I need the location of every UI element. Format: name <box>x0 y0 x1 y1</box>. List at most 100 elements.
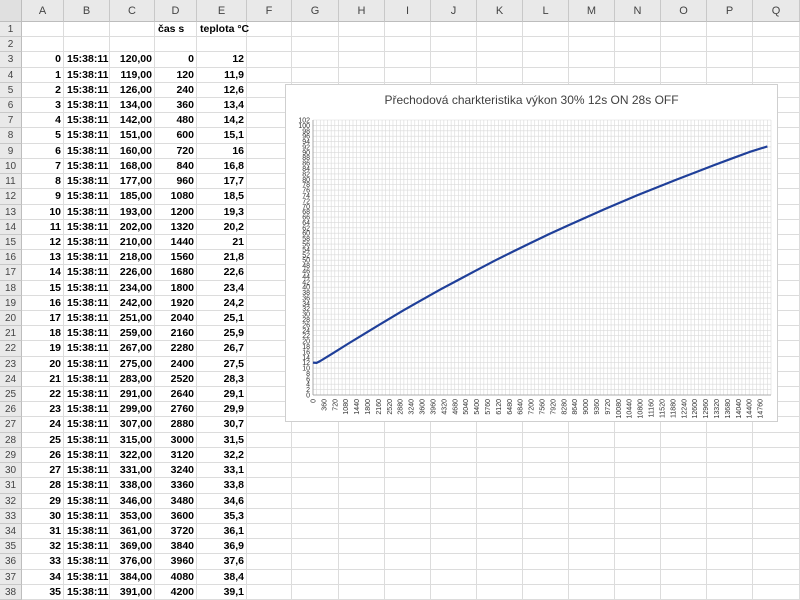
row-header-30[interactable]: 30 <box>0 463 22 479</box>
cell-c32[interactable]: 346,00 <box>110 494 155 509</box>
row-header-19[interactable]: 19 <box>0 295 22 311</box>
row-header-13[interactable]: 13 <box>0 204 22 220</box>
cell-c23[interactable]: 275,00 <box>110 357 155 372</box>
row-header-24[interactable]: 24 <box>0 371 22 388</box>
cell-e32[interactable]: 34,6 <box>197 494 247 509</box>
cell-a22[interactable]: 19 <box>22 341 64 356</box>
cell-a10[interactable]: 7 <box>22 159 64 174</box>
cell-b6[interactable]: 15:38:11 <box>64 98 110 113</box>
cell-a31[interactable]: 28 <box>22 478 64 493</box>
cell-d20[interactable]: 2040 <box>155 311 197 326</box>
cell-e5[interactable]: 12,6 <box>197 83 247 98</box>
cell-e34[interactable]: 36,1 <box>197 524 247 539</box>
cell-e18[interactable]: 23,4 <box>197 281 247 296</box>
cell-d31[interactable]: 3360 <box>155 478 197 493</box>
row-header-11[interactable]: 11 <box>0 174 22 190</box>
cell-e11[interactable]: 17,7 <box>197 174 247 189</box>
cell-c19[interactable]: 242,00 <box>110 296 155 311</box>
column-header-a[interactable]: A <box>22 0 64 22</box>
cell-c16[interactable]: 218,00 <box>110 250 155 265</box>
cell-a11[interactable]: 8 <box>22 174 64 189</box>
cell-c35[interactable]: 369,00 <box>110 539 155 554</box>
cell-e15[interactable]: 21 <box>197 235 247 250</box>
row-header-28[interactable]: 28 <box>0 432 22 448</box>
row-header-9[interactable]: 9 <box>0 143 22 159</box>
spreadsheet[interactable]: ABCDEFGHIJKLMNOPQ 1 2 3 4 5 6 7 8 9 10 11 12 13 14 15 1… <box>0 0 800 600</box>
cell-a29[interactable]: 26 <box>22 448 64 463</box>
column-header-b[interactable]: B <box>64 0 110 22</box>
row-header-20[interactable]: 20 <box>0 311 22 327</box>
row-header-32[interactable]: 32 <box>0 493 22 509</box>
row-header-15[interactable]: 15 <box>0 234 22 251</box>
cell-a27[interactable]: 24 <box>22 417 64 432</box>
cell-a6[interactable]: 3 <box>22 98 64 113</box>
cell-a20[interactable]: 17 <box>22 311 64 326</box>
cell-b18[interactable]: 15:38:11 <box>64 281 110 296</box>
row-header-2[interactable]: 2 <box>0 37 22 53</box>
cell-b38[interactable]: 15:38:11 <box>64 585 110 600</box>
cell-a4[interactable]: 1 <box>22 68 64 83</box>
row-header-33[interactable]: 33 <box>0 508 22 524</box>
cell-b22[interactable]: 15:38:11 <box>64 341 110 356</box>
cell-e33[interactable]: 35,3 <box>197 509 247 524</box>
cell-e29[interactable]: 32,2 <box>197 448 247 463</box>
cell-e6[interactable]: 13,4 <box>197 98 247 113</box>
cell-d26[interactable]: 2760 <box>155 402 197 417</box>
cell-c30[interactable]: 331,00 <box>110 463 155 478</box>
cell-b10[interactable]: 15:38:11 <box>64 159 110 174</box>
cell-d27[interactable]: 2880 <box>155 417 197 432</box>
cell-a13[interactable]: 10 <box>22 205 64 220</box>
cell-e16[interactable]: 21,8 <box>197 250 247 265</box>
cell-e28[interactable]: 31,5 <box>197 433 247 448</box>
row-header-1[interactable]: 1 <box>0 22 22 38</box>
cell-c8[interactable]: 151,00 <box>110 128 155 143</box>
cell-e38[interactable]: 39,1 <box>197 585 247 600</box>
cell-c28[interactable]: 315,00 <box>110 433 155 448</box>
cell-b11[interactable]: 15:38:11 <box>64 174 110 189</box>
cell-d38[interactable]: 4200 <box>155 585 197 600</box>
cell-c4[interactable]: 119,00 <box>110 68 155 83</box>
cell-b5[interactable]: 15:38:11 <box>64 83 110 98</box>
column-header-n[interactable]: N <box>615 0 661 22</box>
cell-e21[interactable]: 25,9 <box>197 326 247 341</box>
row-header-27[interactable]: 27 <box>0 417 22 433</box>
select-all-corner[interactable] <box>0 0 22 22</box>
cell-d13[interactable]: 1200 <box>155 205 197 220</box>
cell-d18[interactable]: 1800 <box>155 281 197 296</box>
cell-a34[interactable]: 31 <box>22 524 64 539</box>
cell-c9[interactable]: 160,00 <box>110 144 155 159</box>
row-header-26[interactable]: 26 <box>0 402 22 418</box>
cell-e13[interactable]: 19,3 <box>197 205 247 220</box>
cell-a8[interactable]: 5 <box>22 128 64 143</box>
cell-b14[interactable]: 15:38:11 <box>64 220 110 235</box>
cell-d25[interactable]: 2640 <box>155 387 197 402</box>
cell-e8[interactable]: 15,1 <box>197 128 247 143</box>
row-header-37[interactable]: 37 <box>0 569 22 585</box>
cell-b13[interactable]: 15:38:11 <box>64 205 110 220</box>
cell-b16[interactable]: 15:38:11 <box>64 250 110 265</box>
cell-b7[interactable]: 15:38:11 <box>64 113 110 128</box>
cell-b20[interactable]: 15:38:11 <box>64 311 110 326</box>
row-header-36[interactable]: 36 <box>0 554 22 570</box>
cell-e27[interactable]: 30,7 <box>197 417 247 432</box>
column-header-o[interactable]: O <box>661 0 707 22</box>
row-header-12[interactable]: 12 <box>0 189 22 205</box>
cell-d24[interactable]: 2520 <box>155 372 197 387</box>
cell-a36[interactable]: 33 <box>22 554 64 569</box>
cell-c10[interactable]: 168,00 <box>110 159 155 174</box>
cell-e20[interactable]: 25,1 <box>197 311 247 326</box>
cell-e37[interactable]: 38,4 <box>197 570 247 585</box>
cell-e10[interactable]: 16,8 <box>197 159 247 174</box>
cell-e14[interactable]: 20,2 <box>197 220 247 235</box>
cell-e25[interactable]: 29,1 <box>197 387 247 402</box>
cell-e30[interactable]: 33,1 <box>197 463 247 478</box>
cell-b27[interactable]: 15:38:11 <box>64 417 110 432</box>
cell-c37[interactable]: 384,00 <box>110 570 155 585</box>
cell-c38[interactable]: 391,00 <box>110 585 155 600</box>
cell-d14[interactable]: 1320 <box>155 220 197 235</box>
cell-c33[interactable]: 353,00 <box>110 509 155 524</box>
cell-b15[interactable]: 15:38:11 <box>64 235 110 250</box>
cell-c25[interactable]: 291,00 <box>110 387 155 402</box>
row-header-3[interactable]: 3 <box>0 52 22 68</box>
cell-e3[interactable]: 12 <box>197 52 247 67</box>
